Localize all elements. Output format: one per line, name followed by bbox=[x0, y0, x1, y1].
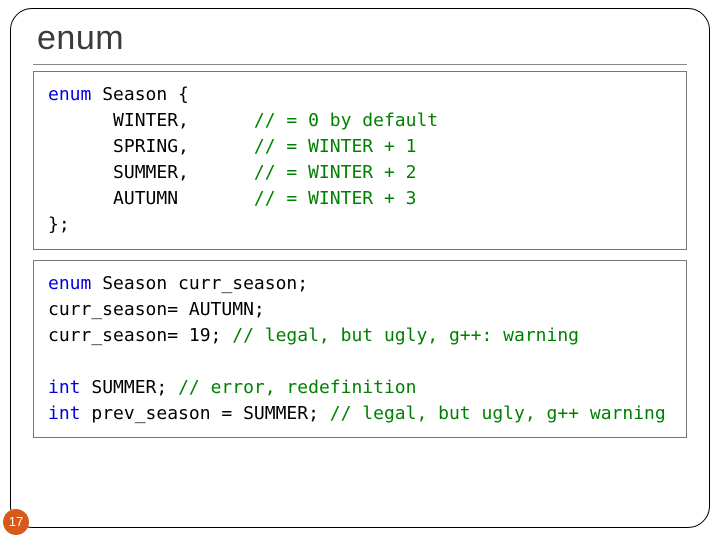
comment: // = WINTER + 1 bbox=[254, 136, 417, 157]
comment: // = WINTER + 3 bbox=[254, 188, 417, 209]
comment: // = 0 by default bbox=[254, 110, 438, 131]
comment: // legal, but ugly, g++: warning bbox=[232, 325, 579, 346]
code-text: SUMMER; bbox=[81, 377, 179, 398]
slide-frame: enum enum Season { WINTER, // = 0 by def… bbox=[10, 8, 710, 528]
code-block-enum-def: enum Season { WINTER, // = 0 by default … bbox=[33, 71, 687, 250]
code-text: curr_season= AUTUMN; bbox=[48, 299, 265, 320]
code-text: prev_season = SUMMER; bbox=[81, 403, 330, 424]
code-text: SUMMER, bbox=[48, 162, 254, 183]
slide-title: enum bbox=[37, 19, 687, 58]
keyword-enum: enum bbox=[48, 273, 91, 294]
comment: // error, redefinition bbox=[178, 377, 416, 398]
keyword-int: int bbox=[48, 403, 81, 424]
keyword-int: int bbox=[48, 377, 81, 398]
comment: // = WINTER + 2 bbox=[254, 162, 417, 183]
code-block-enum-usage: enum Season curr_season; curr_season= AU… bbox=[33, 260, 687, 439]
comment: // legal, but ugly, g++ warning bbox=[330, 403, 666, 424]
code-text: SPRING, bbox=[48, 136, 254, 157]
code-text: Season curr_season; bbox=[91, 273, 308, 294]
code-text: curr_season= 19; bbox=[48, 325, 232, 346]
code-text: AUTUMN bbox=[48, 188, 254, 209]
code-text: WINTER, bbox=[48, 110, 254, 131]
keyword-enum: enum bbox=[48, 84, 91, 105]
code-text: Season { bbox=[91, 84, 189, 105]
code-text: }; bbox=[48, 214, 70, 235]
title-divider bbox=[33, 64, 687, 65]
slide-number-badge: 17 bbox=[3, 509, 29, 535]
